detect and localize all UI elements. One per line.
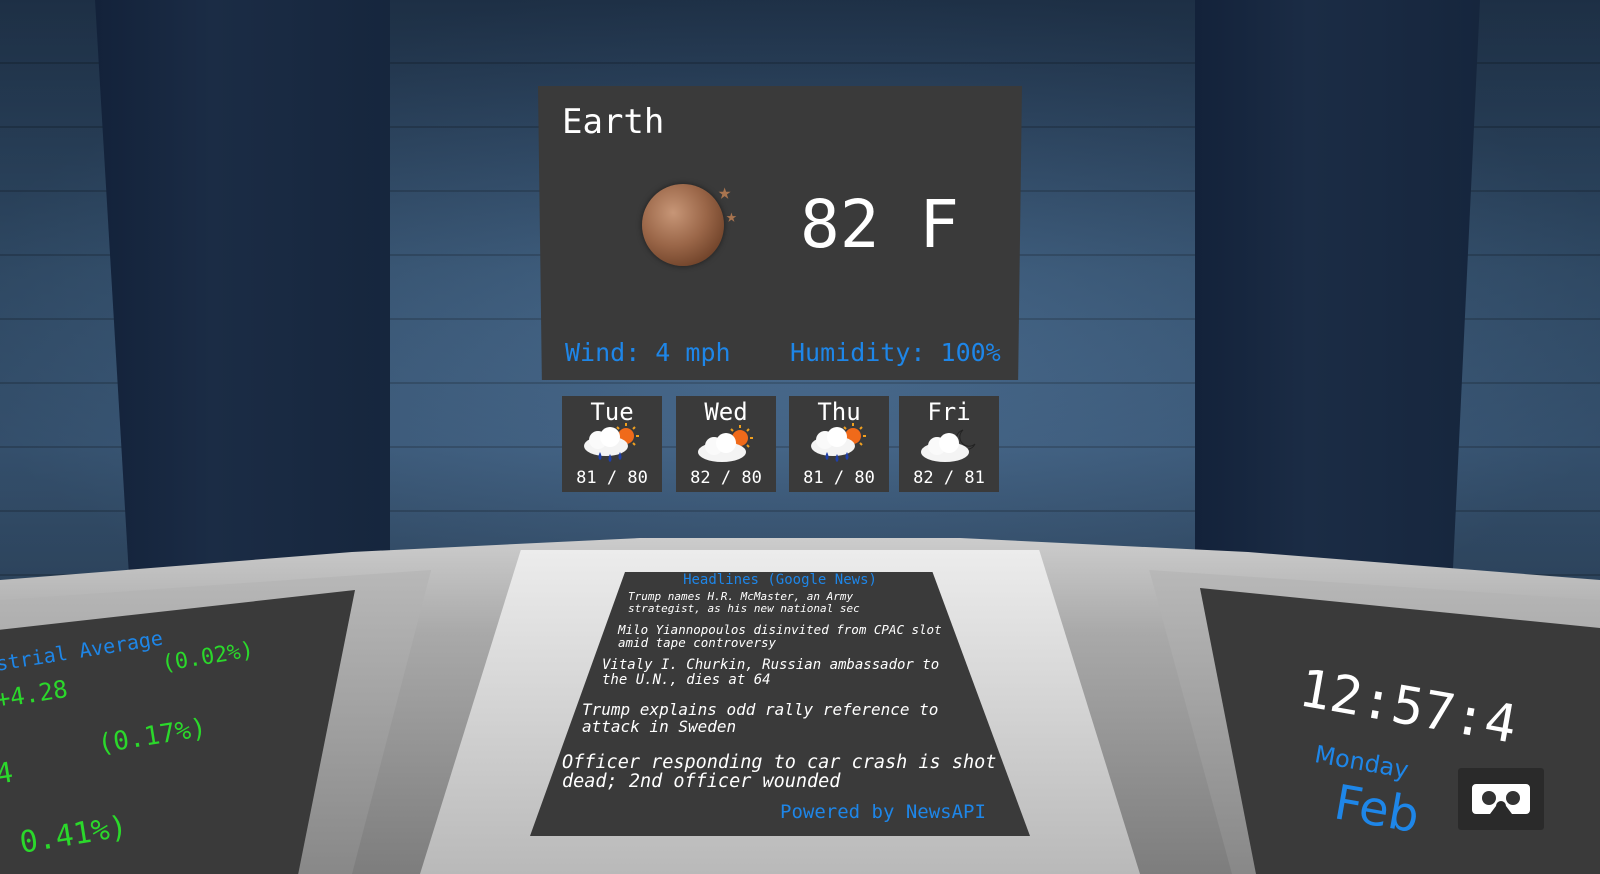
headline-item[interactable]: Vitaly I. Churkin, Russian ambassador to… bbox=[602, 658, 972, 688]
headline-item[interactable]: Trump explains odd rally reference to at… bbox=[582, 701, 992, 736]
forecast-range: 81 / 80 bbox=[803, 468, 875, 488]
wind-readout: Wind: 4 mph bbox=[565, 338, 731, 367]
forecast-card-fri: Fri 82 / 81 bbox=[899, 396, 999, 492]
vr-goggles-icon bbox=[1472, 784, 1530, 814]
location-label: Earth bbox=[562, 102, 665, 142]
humidity-readout: Humidity: 100% bbox=[790, 338, 1001, 367]
enter-vr-button[interactable] bbox=[1458, 768, 1544, 830]
star-icon: ★ bbox=[726, 206, 737, 227]
stock-change: +4.28 bbox=[0, 674, 70, 714]
forecast-card-tue: Tue 81 / 80 bbox=[562, 396, 662, 492]
right-pillar bbox=[1195, 0, 1480, 600]
vr-dashboard-scene: Earth ★ ★ 82 F Wind: 4 mph Humidity: 100… bbox=[0, 0, 1600, 874]
left-pillar bbox=[95, 0, 390, 600]
cloud-moon-icon bbox=[921, 429, 976, 462]
clock-month: Feb bbox=[1330, 774, 1424, 845]
forecast-card-wed: Wed 82 / 80 bbox=[676, 396, 776, 492]
forecast-range: 82 / 81 bbox=[913, 468, 985, 488]
star-icon: ★ bbox=[718, 180, 732, 205]
forecast-range: 82 / 80 bbox=[690, 468, 762, 488]
headline-item[interactable]: Trump names H.R. McMaster, an Army strat… bbox=[628, 591, 928, 614]
cloud-sun-icon bbox=[698, 425, 753, 462]
clock-time: 12:57:4 bbox=[1294, 658, 1522, 756]
powered-by-link[interactable]: Powered by NewsAPI bbox=[780, 801, 986, 823]
headline-item[interactable]: Officer responding to car crash is shot … bbox=[562, 753, 1012, 792]
rain-sun-icon bbox=[584, 423, 639, 462]
forecast-card-thu: Thu 81 / 80 bbox=[789, 396, 889, 492]
current-temperature: 82 F bbox=[800, 186, 959, 263]
stock-index-name: strial Average bbox=[0, 625, 165, 676]
stock-percent: (0.17%) bbox=[95, 713, 209, 760]
forecast-range: 81 / 80 bbox=[576, 468, 648, 488]
rain-sun-icon bbox=[811, 423, 866, 462]
stocks-panel: strial Average (0.02%) +4.28 (0.17%) 4 0… bbox=[0, 590, 355, 874]
stock-percent: 0.41%) bbox=[17, 809, 130, 861]
moon-night-icon bbox=[642, 184, 724, 266]
stock-change: 4 bbox=[0, 755, 16, 791]
clock-panel: 12:57:4 Monday Feb bbox=[1200, 588, 1600, 874]
stock-percent: (0.02%) bbox=[160, 637, 256, 677]
headline-item[interactable]: Milo Yiannopoulos disinvited from CPAC s… bbox=[618, 623, 948, 649]
weather-panel: Earth ★ ★ 82 F Wind: 4 mph Humidity: 100… bbox=[538, 86, 1022, 380]
